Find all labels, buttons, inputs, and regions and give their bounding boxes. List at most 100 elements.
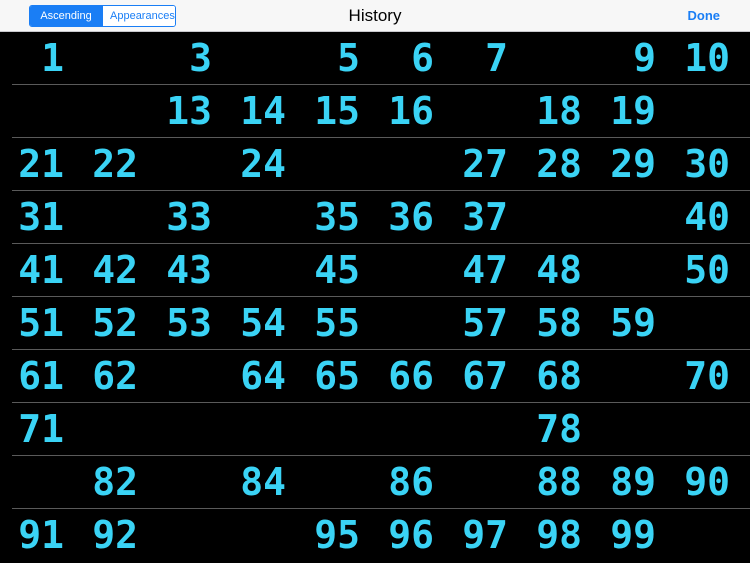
number-cell: 95 xyxy=(314,513,360,557)
number-cell: 10 xyxy=(684,36,730,80)
number-cell: 18 xyxy=(536,89,582,133)
sort-segmented-control: Ascending Appearances xyxy=(29,5,176,27)
number-cell: 68 xyxy=(536,354,582,398)
number-cell: 41 xyxy=(18,248,64,292)
number-cell: 65 xyxy=(314,354,360,398)
done-button[interactable]: Done xyxy=(688,0,721,32)
number-cell: 6 xyxy=(411,36,434,80)
number-cell xyxy=(148,509,222,561)
number-cell: 31 xyxy=(18,195,64,239)
number-cell xyxy=(666,509,740,561)
number-cell: 19 xyxy=(610,89,656,133)
number-cell: 70 xyxy=(684,354,730,398)
number-cell xyxy=(592,403,666,455)
number-cell: 66 xyxy=(388,354,434,398)
number-cell: 50 xyxy=(684,248,730,292)
number-cell: 82 xyxy=(92,460,138,504)
number-cell: 88 xyxy=(536,460,582,504)
number-cell: 86 xyxy=(388,460,434,504)
number-cell: 78 xyxy=(536,407,582,451)
number-cell: 48 xyxy=(536,248,582,292)
history-number-grid: 1 3 5 6 7 9 10 13 14 15 16 18 19 21 22 24 27 28 29 30 31 33 35… xyxy=(0,32,750,562)
number-cell: 24 xyxy=(240,142,286,186)
number-cell: 71 xyxy=(18,407,64,451)
history-row: 51 52 53 54 55 57 58 59 xyxy=(12,297,750,350)
number-cell: 90 xyxy=(684,460,730,504)
number-cell xyxy=(0,456,74,508)
number-cell xyxy=(518,191,592,243)
number-cell: 55 xyxy=(314,301,360,345)
number-cell xyxy=(74,403,148,455)
page-title: History xyxy=(348,6,402,25)
number-cell xyxy=(296,456,370,508)
number-cell: 30 xyxy=(684,142,730,186)
number-cell xyxy=(666,85,740,137)
number-cell xyxy=(666,403,740,455)
number-cell: 62 xyxy=(92,354,138,398)
navigation-bar: Ascending Appearances History Done xyxy=(0,0,750,32)
number-cell xyxy=(592,244,666,296)
number-cell: 5 xyxy=(337,36,360,80)
history-row: 82 84 86 88 89 90 xyxy=(12,456,750,509)
number-cell: 3 xyxy=(189,36,212,80)
history-row: 41 42 43 45 47 48 50 xyxy=(12,244,750,297)
number-cell: 97 xyxy=(462,513,508,557)
number-cell: 67 xyxy=(462,354,508,398)
segment-ascending[interactable]: Ascending xyxy=(30,6,102,26)
number-cell: 47 xyxy=(462,248,508,292)
history-row: 31 33 35 36 37 40 xyxy=(12,191,750,244)
number-cell: 98 xyxy=(536,513,582,557)
number-cell: 9 xyxy=(633,36,656,80)
number-cell: 16 xyxy=(388,89,434,133)
number-cell: 58 xyxy=(536,301,582,345)
number-cell: 54 xyxy=(240,301,286,345)
number-cell xyxy=(0,85,74,137)
number-cell xyxy=(148,350,222,402)
number-cell: 99 xyxy=(610,513,656,557)
number-cell xyxy=(370,244,444,296)
number-cell xyxy=(74,191,148,243)
number-cell xyxy=(444,403,518,455)
history-row: 1 3 5 6 7 9 10 xyxy=(12,32,750,85)
number-cell xyxy=(518,32,592,84)
number-cell: 92 xyxy=(92,513,138,557)
number-cell: 84 xyxy=(240,460,286,504)
number-cell xyxy=(148,138,222,190)
number-cell xyxy=(222,244,296,296)
number-cell xyxy=(370,138,444,190)
number-cell: 89 xyxy=(610,460,656,504)
number-cell: 15 xyxy=(314,89,360,133)
number-cell: 40 xyxy=(684,195,730,239)
number-cell xyxy=(592,350,666,402)
number-cell: 33 xyxy=(166,195,212,239)
number-cell xyxy=(666,297,740,349)
history-row: 91 92 95 96 97 98 99 xyxy=(12,509,750,562)
number-cell: 51 xyxy=(18,301,64,345)
number-cell: 7 xyxy=(485,36,508,80)
number-cell xyxy=(74,32,148,84)
number-cell: 35 xyxy=(314,195,360,239)
number-cell: 43 xyxy=(166,248,212,292)
number-cell: 91 xyxy=(18,513,64,557)
number-cell: 29 xyxy=(610,142,656,186)
number-cell: 14 xyxy=(240,89,286,133)
number-cell: 36 xyxy=(388,195,434,239)
number-cell xyxy=(444,456,518,508)
number-cell: 42 xyxy=(92,248,138,292)
number-cell: 53 xyxy=(166,301,212,345)
number-cell xyxy=(592,191,666,243)
number-cell xyxy=(370,297,444,349)
number-cell: 57 xyxy=(462,301,508,345)
number-cell xyxy=(222,403,296,455)
number-cell: 28 xyxy=(536,142,582,186)
number-cell: 52 xyxy=(92,301,138,345)
number-cell: 27 xyxy=(462,142,508,186)
number-cell xyxy=(370,403,444,455)
number-cell: 59 xyxy=(610,301,656,345)
number-cell: 22 xyxy=(92,142,138,186)
number-cell: 13 xyxy=(166,89,212,133)
number-cell: 21 xyxy=(18,142,64,186)
number-cell xyxy=(222,32,296,84)
segment-appearances[interactable]: Appearances xyxy=(102,6,175,26)
number-cell xyxy=(296,138,370,190)
